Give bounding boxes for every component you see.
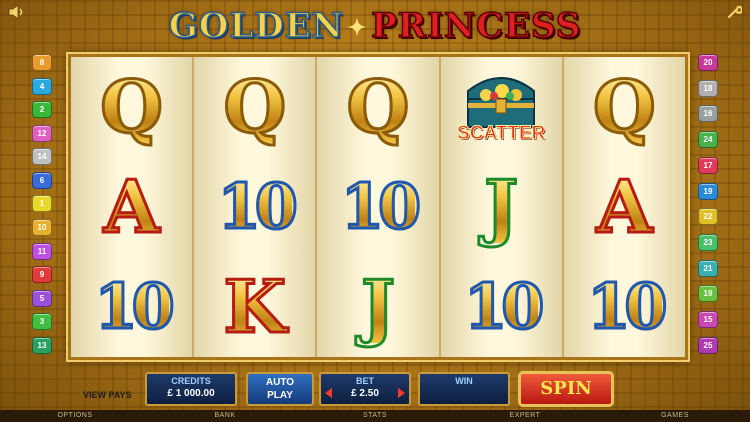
symbol-q: Q <box>99 64 165 149</box>
symbol-a: A <box>102 164 161 249</box>
payline-indicator-right[interactable]: 18 <box>698 79 718 97</box>
payline-indicator-right[interactable]: 22 <box>698 208 718 226</box>
reel-cell: Q <box>194 57 315 157</box>
payline-indicator-left[interactable]: 10 <box>32 219 52 237</box>
title-word-princess: PRINCESS <box>370 5 582 47</box>
autoplay-button[interactable]: AUTO PLAY <box>246 372 314 406</box>
payline-indicator-right[interactable]: 15 <box>698 311 718 329</box>
menu-item-bank[interactable]: BANK <box>150 410 300 422</box>
payline-indicator-right[interactable]: 20 <box>698 54 718 71</box>
payline-indicator-right[interactable]: 21 <box>698 259 718 277</box>
payline-indicators-right: 20 18 16 24 17 19 22 23 21 19 15 25 <box>698 54 718 354</box>
menu-item-expert[interactable]: EXPERT <box>450 410 600 422</box>
symbol-j: J <box>483 164 520 249</box>
payline-indicator-right[interactable]: 24 <box>698 131 718 149</box>
reel-cell: J <box>441 157 562 257</box>
symbol-q: Q <box>222 64 288 149</box>
payline-indicators-left: 8 4 2 12 14 6 1 10 11 9 5 3 13 <box>32 54 52 354</box>
reel-4: SCATTER J 10 <box>440 57 564 357</box>
payline-indicator-left[interactable]: 13 <box>32 336 52 354</box>
payline-indicator-left[interactable]: 11 <box>32 242 52 260</box>
payline-indicator-right[interactable]: 16 <box>698 105 718 123</box>
reel-cell: 10 <box>194 157 315 257</box>
symbol-10: 10 <box>216 170 299 243</box>
symbol-q: Q <box>592 64 658 149</box>
reel-cell: 10 <box>441 257 562 357</box>
payline-indicator-right[interactable]: 17 <box>698 156 718 174</box>
payline-indicator-left[interactable]: 14 <box>32 148 52 166</box>
reel-3: Q 10 J <box>317 57 441 357</box>
menu-item-options[interactable]: OPTIONS <box>0 410 150 422</box>
win-display: WIN <box>418 372 510 406</box>
slot-game: GOLDEN ✦ PRINCESS 8 4 2 12 14 6 1 10 11 9 5 3 13 20 18 1… <box>0 0 750 422</box>
title-word-golden: GOLDEN <box>168 5 344 47</box>
scatter-label: SCATTER <box>457 123 546 145</box>
autoplay-label-line2: PLAY <box>267 390 293 401</box>
payline-indicator-right[interactable]: 19 <box>698 182 718 200</box>
reel-1: Q A 10 <box>71 57 195 357</box>
payline-indicator-right[interactable]: 19 <box>698 285 718 303</box>
credits-display: CREDITS £ 1 000.00 <box>145 372 237 406</box>
title-ornament-icon: ✦ <box>347 15 368 41</box>
bet-increase-arrow-icon[interactable] <box>398 388 405 398</box>
credits-label: CREDITS <box>171 376 211 386</box>
bottom-menu-bar: OPTIONS BANK STATS EXPERT GAMES <box>0 410 750 422</box>
symbol-k: K <box>222 264 288 349</box>
reel-window: Q A 10 Q 10 K Q 10 J SCATTER J 10 Q A 10 <box>68 54 688 360</box>
bet-label: BET <box>356 376 374 386</box>
game-title: GOLDEN ✦ PRINCESS <box>0 4 750 50</box>
credits-value: £ 1 000.00 <box>167 388 215 399</box>
reel-cell: 10 <box>564 257 685 357</box>
reel-5: Q A 10 <box>563 57 686 357</box>
payline-indicator-left[interactable]: 9 <box>32 266 52 284</box>
payline-indicator-left[interactable]: 6 <box>32 171 52 189</box>
reel-cell: SCATTER <box>441 57 562 157</box>
win-label: WIN <box>455 376 473 386</box>
scatter-symbol: SCATTER <box>457 69 546 145</box>
bet-value: £ 2.50 <box>351 388 379 399</box>
reel-cell: A <box>71 157 192 257</box>
reel-cell: K <box>194 257 315 357</box>
reel-2: Q 10 K <box>194 57 318 357</box>
symbol-a: A <box>595 164 654 249</box>
bet-display: BET £ 2.50 <box>319 372 411 406</box>
menu-item-stats[interactable]: STATS <box>300 410 450 422</box>
view-pays-button[interactable]: VIEW PAYS <box>83 390 132 400</box>
menu-item-games[interactable]: GAMES <box>600 410 750 422</box>
payline-indicator-left[interactable]: 3 <box>32 313 52 331</box>
reel-cell: A <box>564 157 685 257</box>
symbol-10: 10 <box>93 270 176 343</box>
payline-indicator-left[interactable]: 8 <box>32 54 52 71</box>
payline-indicator-left[interactable]: 5 <box>32 289 52 307</box>
payline-indicator-left[interactable]: 2 <box>32 101 52 119</box>
autoplay-label-line1: AUTO <box>265 377 295 388</box>
payline-indicator-right[interactable]: 25 <box>698 336 718 354</box>
payline-indicator-left[interactable]: 4 <box>32 77 52 95</box>
reel-cell: J <box>317 257 438 357</box>
reel-cell: Q <box>564 57 685 157</box>
payline-indicator-left[interactable]: 12 <box>32 124 52 142</box>
symbol-q: Q <box>345 64 411 149</box>
payline-indicator-left[interactable]: 1 <box>32 195 52 213</box>
reel-cell: Q <box>317 57 438 157</box>
reel-cell: 10 <box>317 157 438 257</box>
symbol-10: 10 <box>463 270 546 343</box>
symbol-10: 10 <box>586 270 669 343</box>
symbol-10: 10 <box>339 170 422 243</box>
spin-button[interactable]: SPIN <box>518 371 614 407</box>
bet-decrease-arrow-icon[interactable] <box>325 388 332 398</box>
symbol-j: J <box>359 264 396 349</box>
reel-cell: 10 <box>71 257 192 357</box>
reel-cell: Q <box>71 57 192 157</box>
payline-indicator-right[interactable]: 23 <box>698 234 718 252</box>
treasure-chest-icon <box>467 77 536 128</box>
